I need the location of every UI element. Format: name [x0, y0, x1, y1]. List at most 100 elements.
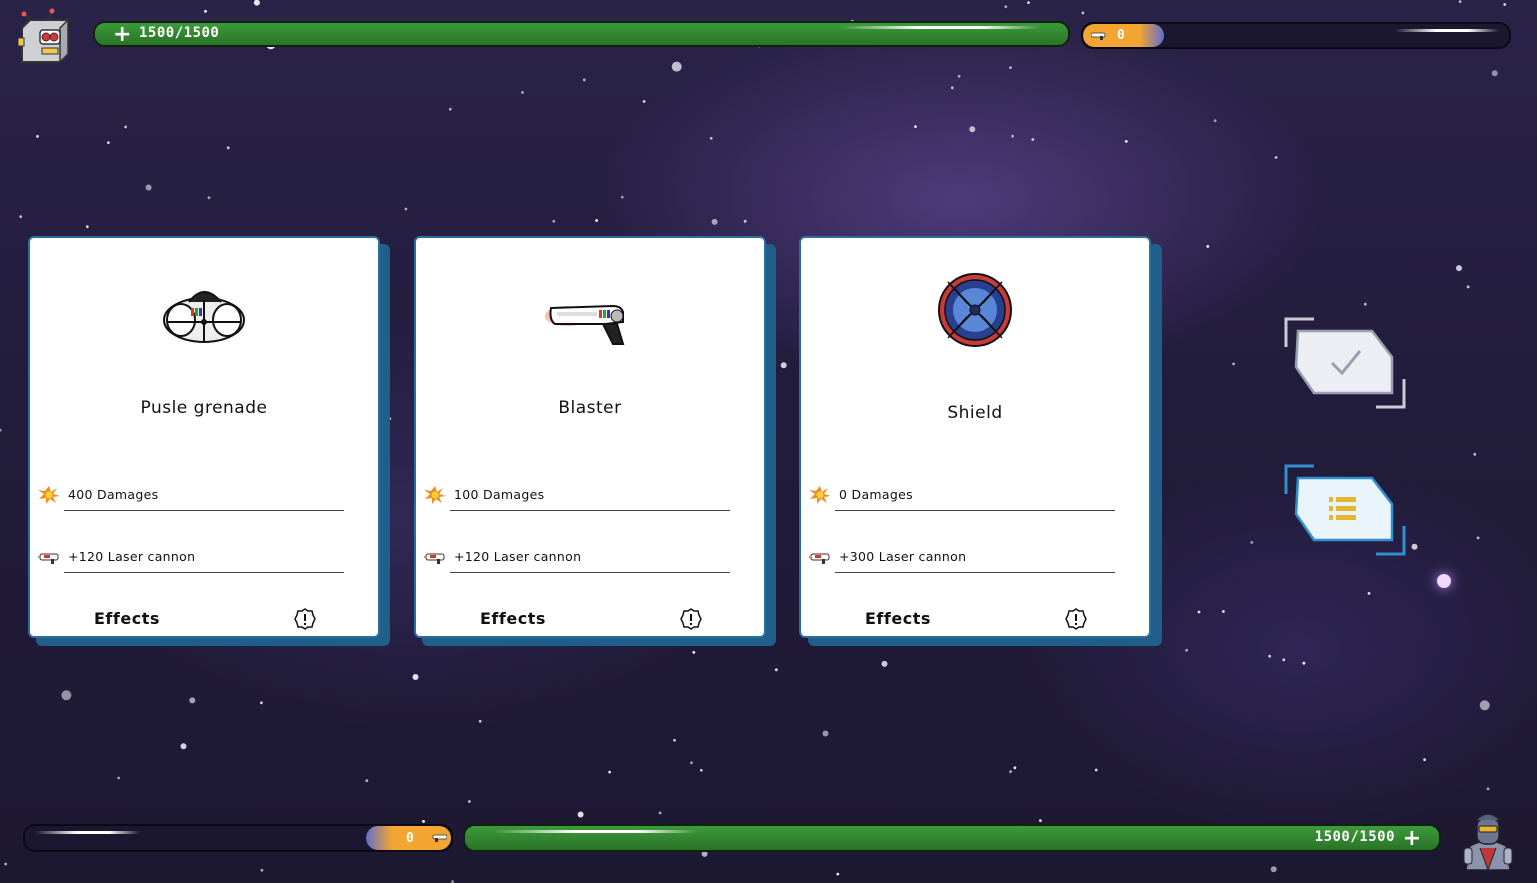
- star: [448, 107, 452, 111]
- star: [1009, 770, 1012, 774]
- robot-icon: [17, 8, 69, 64]
- star: [658, 811, 662, 815]
- divider: [450, 510, 730, 511]
- star: [673, 738, 676, 742]
- star: [881, 660, 888, 667]
- star: [1363, 302, 1367, 306]
- laser-gun-icon: [1091, 32, 1106, 40]
- divider: [835, 572, 1115, 573]
- star: [1250, 541, 1254, 544]
- star: [1031, 138, 1035, 141]
- info-alert-icon[interactable]: [1065, 608, 1087, 630]
- info-alert-icon[interactable]: [680, 608, 702, 630]
- star: [608, 770, 611, 774]
- card-pulse-grenade[interactable]: Pusle grenade 400 Damages +120 Laser can…: [28, 236, 380, 638]
- star: [1232, 362, 1235, 366]
- bar-shine: [1395, 29, 1499, 32]
- star: [189, 697, 196, 704]
- card-title: Pusle grenade: [140, 398, 268, 418]
- star: [468, 800, 471, 803]
- star: [1458, 0, 1462, 3]
- star: [950, 86, 954, 90]
- star: [1004, 5, 1008, 9]
- star: [365, 779, 369, 783]
- star: [4, 862, 8, 866]
- star: [260, 868, 264, 872]
- confirm-button[interactable]: [1284, 317, 1406, 409]
- weapon-stat: +120 Laser cannon: [38, 546, 344, 573]
- star: [774, 668, 778, 672]
- star: [204, 9, 207, 13]
- star: [1013, 766, 1017, 770]
- star: [1039, 819, 1042, 822]
- card-list-button[interactable]: [1284, 464, 1406, 556]
- star: [107, 141, 110, 145]
- star: [743, 219, 747, 223]
- info-alert-icon[interactable]: [294, 608, 316, 630]
- explosion-icon: [424, 486, 446, 504]
- card-title: Blaster: [558, 398, 622, 418]
- star: [914, 125, 917, 128]
- star: [36, 135, 39, 138]
- player-energy-text: 0: [406, 831, 414, 846]
- card-shield[interactable]: Shield 0 Damages +300 Laser cannon Effec…: [799, 236, 1151, 638]
- damage-text: 0 Damages: [839, 487, 913, 502]
- star: [1486, 787, 1490, 791]
- star: [1491, 70, 1498, 77]
- star: [780, 362, 787, 369]
- bar-shine: [493, 830, 698, 833]
- weapon-text: +120 Laser cannon: [454, 549, 582, 564]
- bar-shine: [840, 26, 1040, 29]
- star: [822, 730, 829, 737]
- star: [620, 195, 624, 199]
- star: [145, 184, 152, 191]
- player-energy-bar: 0: [23, 824, 453, 852]
- star: [124, 125, 127, 129]
- star: [260, 701, 263, 705]
- star: [478, 719, 482, 723]
- star: [1197, 610, 1201, 614]
- laser-cannon-icon: [38, 553, 59, 564]
- divider: [64, 572, 344, 573]
- star: [1185, 648, 1188, 652]
- damage-stat: 0 Damages: [809, 484, 1115, 511]
- star: [1206, 245, 1210, 248]
- star: [1411, 543, 1418, 550]
- weapon-stat: +300 Laser cannon: [809, 546, 1115, 573]
- grenade-icon: [163, 291, 245, 343]
- star: [1423, 758, 1426, 762]
- star: [404, 207, 408, 211]
- laser-gun-icon: [432, 834, 447, 842]
- blaster-icon: [545, 304, 625, 345]
- star: [1367, 592, 1371, 595]
- star: [117, 776, 120, 780]
- star: [1027, 1, 1030, 5]
- star: [1476, 536, 1480, 540]
- heal-plus-icon: +: [113, 22, 132, 47]
- star: [577, 811, 584, 818]
- star: [1270, 866, 1277, 873]
- effects-label: Effects: [94, 609, 160, 628]
- star: [1009, 66, 1012, 69]
- star: [582, 78, 586, 82]
- divider: [64, 510, 344, 511]
- star: [1456, 265, 1462, 272]
- laser-cannon-icon: [809, 553, 830, 564]
- weapon-text: +120 Laser cannon: [68, 549, 196, 564]
- star: [180, 743, 187, 750]
- star: [709, 136, 713, 140]
- heal-plus-icon: +: [1402, 826, 1421, 851]
- star: [226, 146, 230, 150]
- armored-pilot-icon: [1463, 813, 1513, 872]
- player-pilot-avatar: [1458, 808, 1518, 872]
- card-blaster[interactable]: Blaster 100 Damages +120 Laser cannon Ef…: [414, 236, 766, 638]
- star: [957, 74, 961, 78]
- star: [690, 761, 693, 765]
- effects-label: Effects: [480, 609, 546, 628]
- star: [1466, 285, 1470, 289]
- card-title: Shield: [947, 403, 1003, 423]
- star: [1274, 156, 1278, 159]
- laser-cannon-icon: [424, 553, 445, 564]
- opponent-energy-text: 0: [1117, 28, 1125, 43]
- star: [1124, 140, 1128, 143]
